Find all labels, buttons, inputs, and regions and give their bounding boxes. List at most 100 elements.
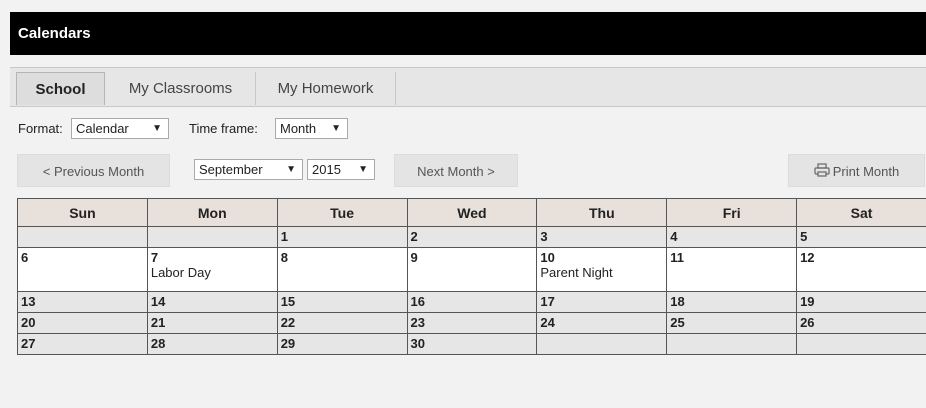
day-number: 4: [670, 229, 678, 244]
calendar-day-cell[interactable]: 13: [17, 291, 148, 313]
calendar-day-cell[interactable]: 21: [146, 312, 278, 334]
chevron-down-icon: ▼: [331, 123, 341, 134]
tab-my-homework[interactable]: My Homework: [256, 72, 396, 105]
calendar-day-cell[interactable]: 4: [666, 226, 798, 248]
day-number: 14: [150, 294, 166, 309]
chevron-down-icon: ▼: [152, 123, 162, 134]
day-number: 30: [410, 336, 425, 351]
previous-month-button[interactable]: < Previous Month: [17, 154, 170, 187]
calendar-day-cell[interactable]: 20: [17, 312, 148, 334]
calendar-day-cell[interactable]: 3: [536, 226, 668, 248]
calendar-day-cell[interactable]: 25: [666, 312, 798, 334]
day-number: 16: [410, 294, 425, 309]
calendar-day-cell[interactable]: [536, 333, 668, 355]
day-number: 19: [800, 294, 815, 309]
day-number: 11: [670, 250, 684, 265]
day-number: 22: [280, 315, 296, 330]
calendar-day-cell[interactable]: 8: [276, 247, 408, 292]
calendar-day-cell[interactable]: 15: [276, 291, 408, 313]
calendar-day-cell[interactable]: [796, 333, 926, 355]
day-number: 24: [540, 315, 555, 330]
day-number: 21: [150, 315, 166, 330]
calendar-day-cell[interactable]: 6: [17, 247, 148, 292]
top-strip: [0, 0, 926, 12]
day-number: 17: [540, 294, 555, 309]
year-select[interactable]: 2015 ▼: [307, 159, 375, 180]
calendar-day-cell[interactable]: 1: [276, 226, 408, 248]
timeframe-select[interactable]: Month ▼: [275, 118, 348, 139]
day-number: 23: [410, 315, 425, 330]
day-number: 10: [540, 250, 555, 265]
day-number: 25: [670, 315, 685, 330]
day-number: 28: [150, 336, 166, 351]
header-sat: Sat: [796, 198, 926, 227]
day-number: 20: [21, 315, 36, 330]
calendar-day-cell[interactable]: 26: [796, 312, 926, 334]
calendar-day-cell[interactable]: 9: [406, 247, 538, 292]
calendar-day-cell[interactable]: 14: [146, 291, 278, 313]
day-number: 5: [800, 229, 808, 244]
timeframe-value: Month: [280, 121, 317, 136]
calendar-day-cell[interactable]: [17, 226, 148, 248]
day-number: 1: [280, 229, 288, 244]
day-number: 26: [800, 315, 815, 330]
calendar-day-cell[interactable]: 30: [406, 333, 538, 355]
day-number: 8: [280, 250, 288, 265]
chevron-down-icon: ▼: [286, 164, 296, 175]
day-number: 13: [21, 294, 36, 309]
calendar-day-cell[interactable]: [666, 333, 798, 355]
calendar-day-cell[interactable]: 16: [406, 291, 538, 313]
calendar-event[interactable]: Labor Day: [151, 265, 274, 280]
calendar-day-cell[interactable]: 29: [276, 333, 408, 355]
calendar-day-cell[interactable]: 18: [666, 291, 798, 313]
calendar-day-cell[interactable]: 19: [796, 291, 926, 313]
day-number: 9: [410, 250, 418, 265]
header-sun: Sun: [17, 198, 148, 227]
day-number: 2: [410, 229, 418, 244]
page-title: Calendars: [10, 12, 926, 55]
calendar-day-cell[interactable]: 12: [796, 247, 926, 292]
day-number: 12: [800, 250, 815, 265]
day-number: 18: [670, 294, 685, 309]
calendar-day-cell[interactable]: 2: [406, 226, 538, 248]
month-value: September: [199, 162, 263, 177]
calendar-header-row: Sun Mon Tue Wed Thu Fri Sat: [17, 198, 926, 227]
timeframe-label: Time frame:: [189, 121, 258, 136]
day-number: 29: [280, 336, 296, 351]
month-select[interactable]: September ▼: [194, 159, 303, 180]
format-select[interactable]: Calendar ▼: [71, 118, 169, 139]
header-thu: Thu: [536, 198, 668, 227]
print-month-label: Print Month: [832, 164, 900, 179]
tab-school[interactable]: School: [16, 72, 105, 105]
calendar-day-cell[interactable]: 28: [146, 333, 278, 355]
calendar-day-cell[interactable]: 22: [276, 312, 408, 334]
calendar-day-cell[interactable]: 24: [536, 312, 668, 334]
year-value: 2015: [312, 162, 341, 177]
calendar-week-row: 20 21 22 23 24 25 26: [17, 312, 926, 334]
header-tue: Tue: [276, 198, 408, 227]
day-number: 7: [150, 250, 159, 265]
calendar-week-row: 27 28 29 30: [17, 333, 926, 355]
calendar-week-row: 13 14 15 16 17 18 19: [17, 291, 926, 313]
format-value: Calendar: [76, 121, 129, 136]
tab-my-classrooms[interactable]: My Classrooms: [106, 72, 256, 105]
calendar-week-row: 6 7 Labor Day 8 9 10 Parent Night 11 12: [17, 247, 926, 292]
calendar-day-cell[interactable]: 23: [406, 312, 538, 334]
calendar-week-row: 1 2 3 4 5: [17, 226, 926, 248]
print-month-button[interactable]: Print Month: [788, 154, 925, 187]
calendar-day-cell[interactable]: [146, 226, 278, 248]
day-number: 27: [21, 336, 36, 351]
calendar-day-cell[interactable]: 7 Labor Day: [146, 247, 278, 292]
next-month-button[interactable]: Next Month >: [394, 154, 518, 187]
calendar-day-cell[interactable]: 10 Parent Night: [536, 247, 668, 292]
calendar-day-cell[interactable]: 17: [536, 291, 668, 313]
printer-icon: [814, 156, 830, 189]
calendar-event[interactable]: Parent Night: [540, 265, 663, 280]
calendar-day-cell[interactable]: 11: [666, 247, 798, 292]
calendar-day-cell[interactable]: 5: [796, 226, 926, 248]
day-number: 6: [21, 250, 29, 265]
format-label: Format:: [18, 121, 63, 136]
calendar-day-cell[interactable]: 27: [17, 333, 148, 355]
chevron-down-icon: ▼: [358, 164, 368, 175]
header-fri: Fri: [666, 198, 798, 227]
